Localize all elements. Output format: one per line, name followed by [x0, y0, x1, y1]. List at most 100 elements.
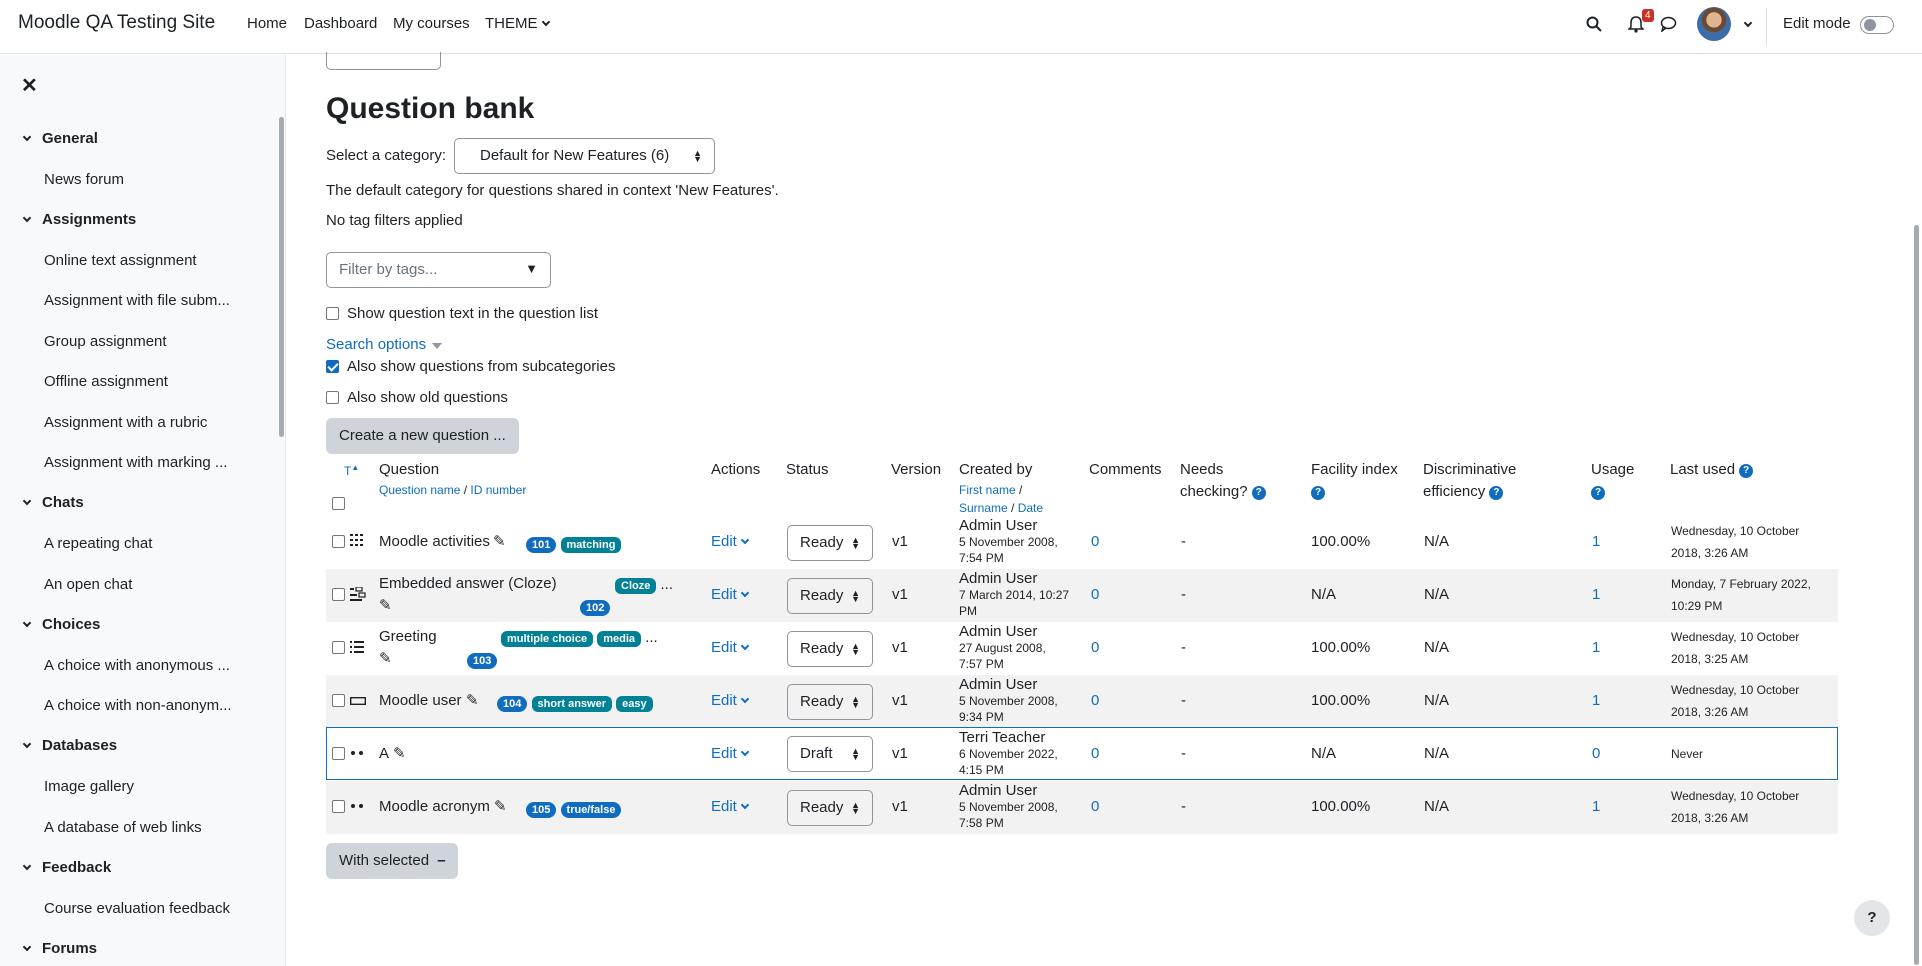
search-options-toggle[interactable]: Search options [326, 336, 443, 353]
edit-mode-toggle[interactable] [1860, 16, 1894, 34]
usage-link[interactable]: 1 [1592, 586, 1600, 603]
comments-link[interactable]: 0 [1091, 798, 1099, 815]
row-checkbox[interactable] [332, 641, 345, 654]
course-item[interactable]: A repeating chat [44, 535, 244, 552]
edit-menu[interactable]: Edit [711, 798, 750, 815]
section-choices[interactable]: Choices [22, 616, 100, 633]
status-select[interactable]: Ready ▲ ▼ [787, 684, 873, 720]
usage-link[interactable]: 0 [1592, 745, 1600, 762]
comments-link[interactable]: 0 [1091, 692, 1099, 709]
sort-first-name[interactable]: First name [959, 483, 1016, 497]
partial-top-button[interactable] [326, 52, 441, 70]
usage-link[interactable]: 1 [1592, 692, 1600, 709]
edit-menu[interactable]: Edit [711, 586, 750, 603]
help-icon[interactable]: ? [1489, 486, 1504, 500]
usage-link[interactable]: 1 [1592, 798, 1600, 815]
create-question-button[interactable]: Create a new question ... [326, 418, 519, 454]
section-assignments[interactable]: Assignments [22, 211, 136, 228]
section-chats[interactable]: Chats [22, 494, 84, 511]
course-item[interactable]: A database of web links [44, 819, 244, 836]
edit-menu[interactable]: Edit [711, 745, 750, 762]
drawer-scrollbar[interactable] [279, 117, 284, 437]
caret-down-icon: ▼ [525, 261, 538, 276]
more-tags[interactable]: ... [661, 576, 674, 593]
course-item[interactable]: Group assignment [44, 333, 244, 350]
nav-theme-label: THEME [485, 15, 538, 32]
nav-my-courses[interactable]: My courses [393, 15, 470, 32]
comments-link[interactable]: 0 [1091, 533, 1099, 550]
pencil-icon[interactable]: ✎ [493, 532, 506, 550]
old-questions-checkbox[interactable] [326, 391, 339, 404]
nav-theme[interactable]: THEME [485, 15, 550, 32]
pencil-icon[interactable]: ✎ [393, 744, 406, 762]
row-checkbox[interactable] [332, 535, 345, 548]
status-select[interactable]: Ready ▲ ▼ [787, 578, 873, 614]
nav-dashboard[interactable]: Dashboard [304, 15, 377, 32]
help-icon[interactable]: ? [1591, 486, 1605, 500]
usage-link[interactable]: 1 [1592, 639, 1600, 656]
subcategories-checkbox[interactable] [326, 360, 339, 373]
course-item[interactable]: Assignment with a rubric [44, 414, 244, 431]
usage-link[interactable]: 1 [1592, 533, 1600, 550]
row-checkbox[interactable] [332, 588, 345, 601]
edit-menu[interactable]: Edit [711, 692, 750, 709]
help-fab-button[interactable]: ? [1854, 900, 1890, 936]
edit-menu[interactable]: Edit [711, 639, 750, 656]
pencil-icon[interactable]: ✎ [494, 797, 507, 815]
sort-date[interactable]: Date [1018, 501, 1043, 515]
row-checkbox[interactable] [332, 747, 345, 760]
select-all-checkbox[interactable] [332, 497, 345, 510]
pencil-icon[interactable]: ✎ [379, 649, 392, 667]
course-item[interactable]: Course evaluation feedback [44, 900, 244, 917]
course-item[interactable]: An open chat [44, 576, 244, 593]
sort-id-number[interactable]: ID number [470, 483, 526, 497]
status-select[interactable]: Ready ▲ ▼ [787, 525, 873, 561]
caret-down-icon [432, 343, 443, 349]
section-general[interactable]: General [22, 130, 98, 147]
old-questions-label: Also show old questions [347, 389, 508, 406]
course-item[interactable]: Assignment with file subm... [44, 292, 244, 309]
course-item[interactable]: A choice with non-anonym... [44, 697, 244, 714]
nav-home[interactable]: Home [247, 15, 287, 32]
status-select[interactable]: Ready ▲ ▼ [787, 631, 873, 667]
comments-link[interactable]: 0 [1091, 745, 1099, 762]
course-item[interactable]: Offline assignment [44, 373, 244, 390]
comments-link[interactable]: 0 [1091, 639, 1099, 656]
pencil-icon[interactable]: ✎ [466, 691, 479, 709]
tag-filter-input[interactable]: Filter by tags... ▼ [326, 252, 551, 288]
status-select[interactable]: Ready ▲ ▼ [787, 790, 873, 826]
sort-question-name[interactable]: Question name [379, 483, 460, 497]
section-feedback[interactable]: Feedback [22, 859, 111, 876]
status-select[interactable]: Draft ▲ ▼ [787, 736, 873, 772]
close-icon[interactable]: ✕ [21, 73, 38, 98]
chevron-down-icon[interactable] [1743, 18, 1753, 28]
row-checkbox[interactable] [332, 694, 345, 707]
help-icon[interactable]: ? [1251, 486, 1266, 500]
tag-filter-placeholder: Filter by tags... [339, 261, 438, 278]
course-item[interactable]: Assignment with marking ... [44, 454, 244, 471]
course-item[interactable]: Image gallery [44, 778, 244, 795]
comments-link[interactable]: 0 [1091, 586, 1099, 603]
edit-menu[interactable]: Edit [711, 533, 750, 550]
page-scrollbar[interactable] [1914, 225, 1919, 965]
with-selected-button[interactable]: With selected – [326, 843, 458, 879]
user-avatar[interactable] [1697, 7, 1731, 41]
pencil-icon[interactable]: ✎ [379, 596, 392, 614]
sort-surname[interactable]: Surname [959, 501, 1008, 515]
course-item[interactable]: Online text assignment [44, 252, 244, 269]
search-icon[interactable] [1586, 16, 1602, 36]
course-item[interactable]: News forum [44, 171, 244, 188]
row-checkbox[interactable] [332, 800, 345, 813]
chat-bubble-icon[interactable] [1660, 16, 1677, 36]
show-question-text-checkbox[interactable] [326, 307, 339, 320]
help-icon[interactable]: ? [1311, 486, 1325, 500]
category-select[interactable]: Default for New Features (6) ▲ ▼ [454, 138, 715, 174]
help-icon[interactable]: ? [1739, 464, 1754, 478]
more-tags[interactable]: ... [645, 629, 658, 646]
site-name[interactable]: Moodle QA Testing Site [18, 12, 215, 34]
navbar-divider [1766, 8, 1767, 46]
section-databases[interactable]: Databases [22, 737, 117, 754]
course-item[interactable]: A choice with anonymous ... [44, 657, 244, 674]
sort-by-type[interactable]: T▲ [344, 457, 359, 482]
section-forums[interactable]: Forums [22, 940, 97, 957]
